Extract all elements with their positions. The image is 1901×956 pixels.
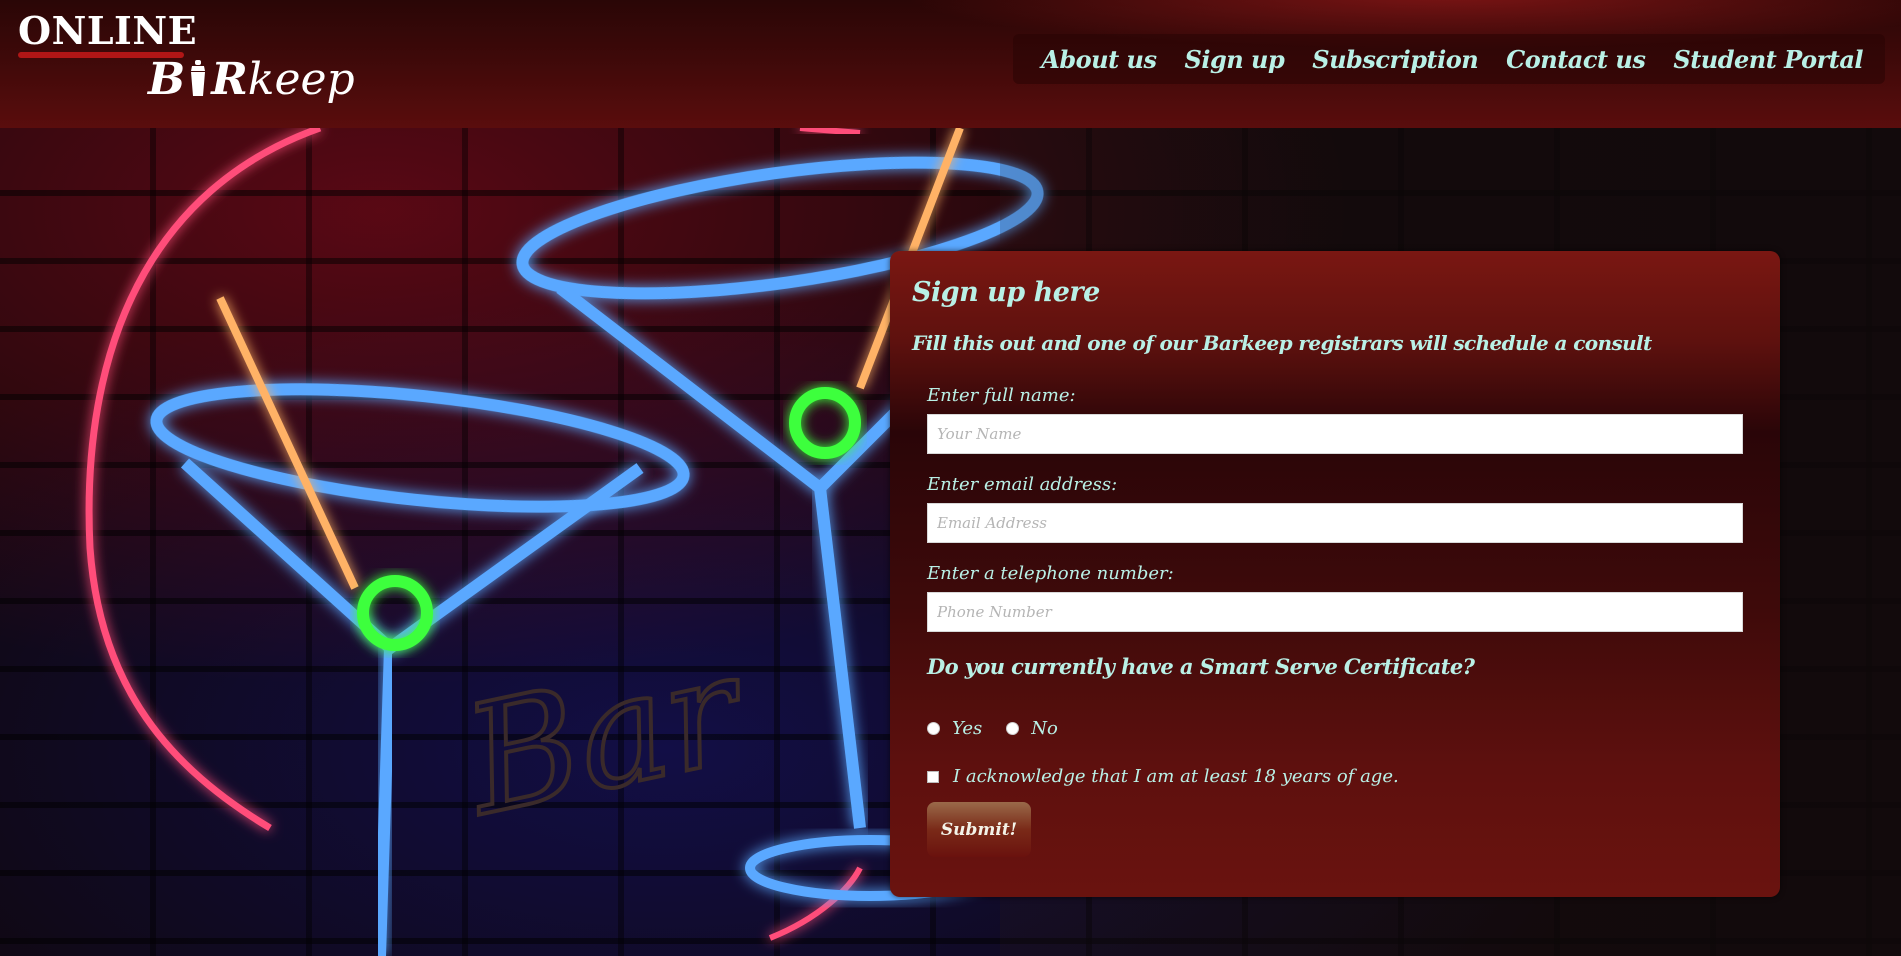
site-logo[interactable]: ONLINE B Rkeep bbox=[18, 8, 355, 108]
logo-barkeep-text: B Rkeep bbox=[148, 58, 355, 102]
cocktail-shaker-icon bbox=[187, 60, 209, 96]
phone-input[interactable] bbox=[927, 592, 1743, 632]
neon-bar-text: Bar bbox=[450, 621, 763, 850]
nav-about-us[interactable]: About us bbox=[1041, 45, 1157, 74]
logo-online-text: ONLINE bbox=[18, 8, 198, 53]
site-header: ONLINE B Rkeep About us Sign up Subscript… bbox=[0, 0, 1901, 128]
form-subtitle: Fill this out and one of our Barkeep reg… bbox=[912, 331, 1652, 355]
radio-yes[interactable] bbox=[927, 722, 940, 735]
full-name-input[interactable] bbox=[927, 414, 1743, 454]
full-name-label: Enter full name: bbox=[927, 385, 1076, 406]
nav-sign-up[interactable]: Sign up bbox=[1185, 45, 1285, 74]
submit-button[interactable]: Submit! bbox=[927, 802, 1031, 857]
age-acknowledgement-row: I acknowledge that I am at least 18 year… bbox=[927, 766, 1399, 787]
logo-letter-r: R bbox=[211, 54, 248, 105]
email-input[interactable] bbox=[927, 503, 1743, 543]
signup-form-panel: Sign up here Fill this out and one of ou… bbox=[890, 251, 1780, 897]
nav-contact-us[interactable]: Contact us bbox=[1506, 45, 1646, 74]
logo-keep: keep bbox=[247, 54, 355, 105]
certificate-question: Do you currently have a Smart Serve Cert… bbox=[927, 654, 1475, 679]
nav-student-portal[interactable]: Student Portal bbox=[1673, 45, 1863, 74]
logo-letter-b: B bbox=[148, 54, 186, 105]
email-label: Enter email address: bbox=[927, 474, 1118, 495]
radio-no[interactable] bbox=[1006, 722, 1020, 735]
form-title: Sign up here bbox=[912, 277, 1100, 308]
radio-yes-label[interactable]: Yes bbox=[952, 718, 982, 739]
certificate-radio-group: Yes No bbox=[927, 718, 1082, 739]
phone-label: Enter a telephone number: bbox=[927, 563, 1174, 584]
age-checkbox[interactable] bbox=[927, 770, 939, 783]
radio-no-label[interactable]: No bbox=[1031, 718, 1058, 739]
nav-subscription[interactable]: Subscription bbox=[1312, 45, 1478, 74]
main-nav: About us Sign up Subscription Contact us… bbox=[1013, 34, 1885, 84]
age-checkbox-label[interactable]: I acknowledge that I am at least 18 year… bbox=[953, 766, 1399, 787]
